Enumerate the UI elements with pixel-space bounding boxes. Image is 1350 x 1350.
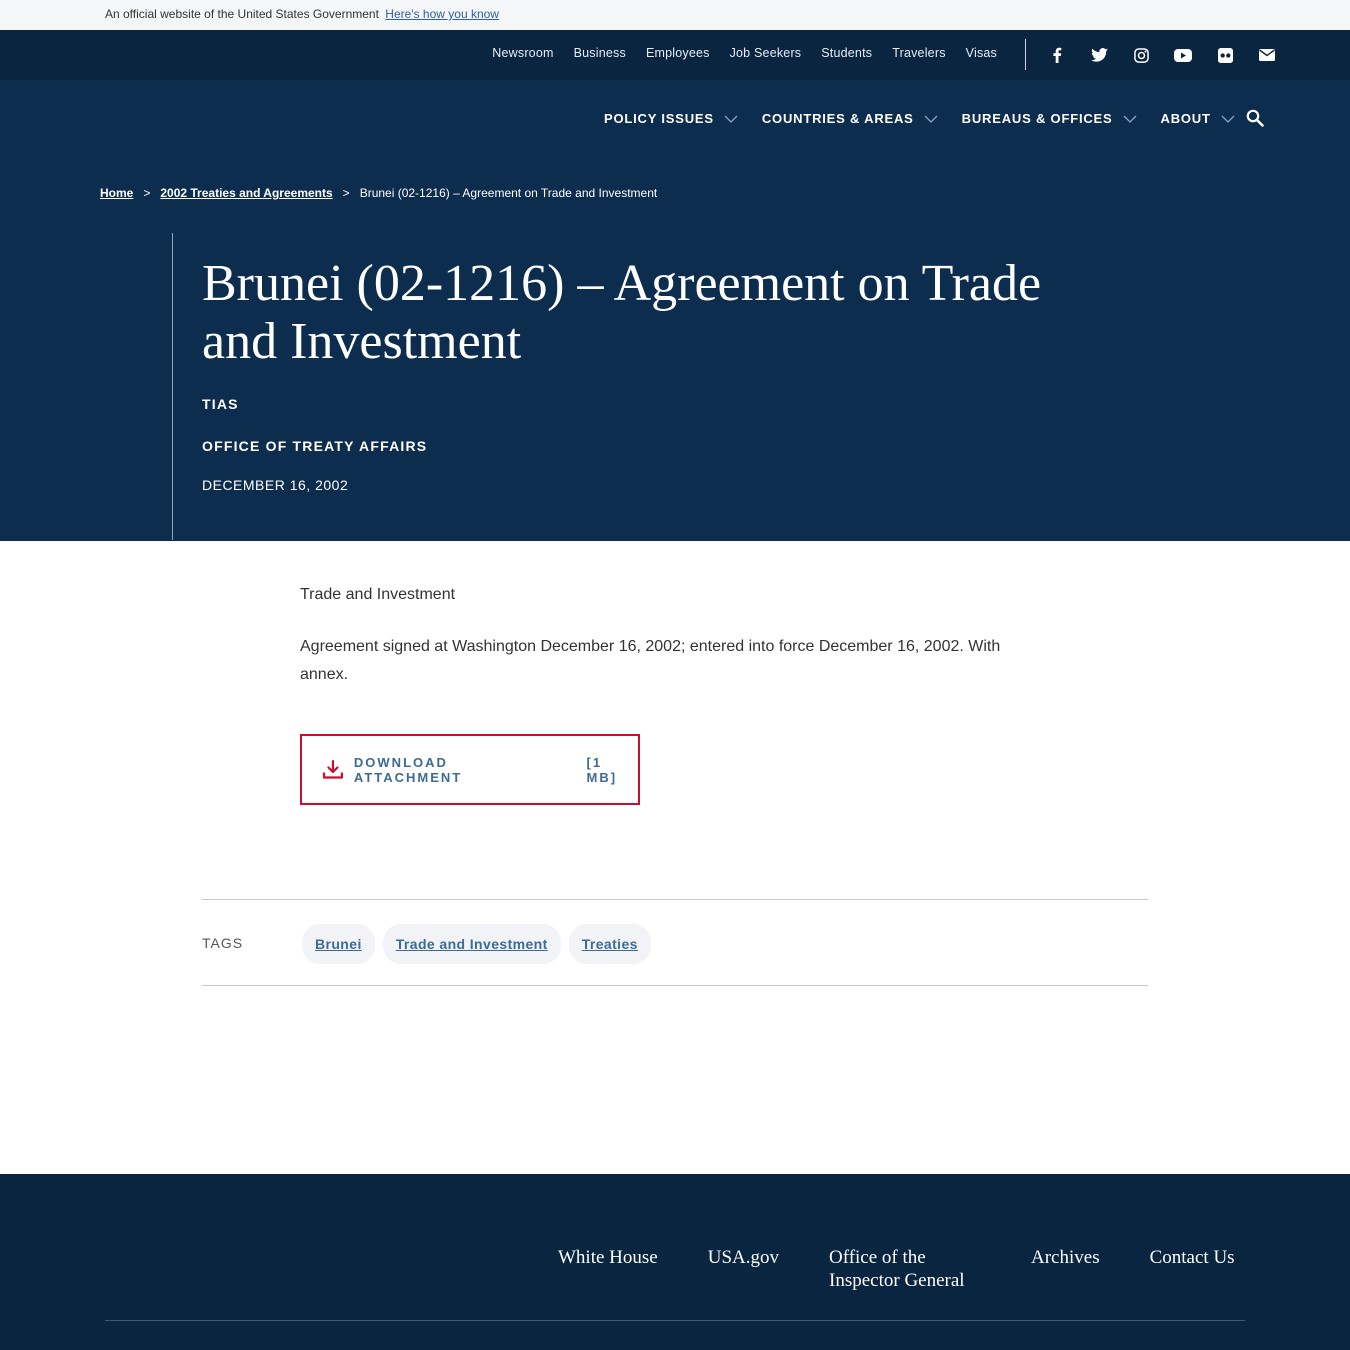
download-icon (322, 759, 344, 779)
body-paragraph: Trade and Investment (300, 586, 456, 603)
social-links (1046, 44, 1278, 66)
tags-section: TAGS Brunei Trade and Investment Treatie… (202, 899, 1148, 986)
utility-bar: Newsroom Business Employees Job Seekers … (0, 30, 1350, 80)
tag-trade-and-investment[interactable]: Trade and Investment (382, 924, 561, 964)
tag-treaties[interactable]: Treaties (568, 924, 651, 964)
main-nav: POLICY ISSUES COUNTRIES & AREAS BUREAUS … (604, 111, 1235, 126)
utility-link-visas[interactable]: Visas (966, 46, 997, 60)
nav-about[interactable]: ABOUT (1161, 111, 1235, 126)
nav-item-label: POLICY ISSUES (604, 111, 714, 126)
breadcrumb-separator: > (342, 186, 350, 200)
footer-divider (105, 1320, 1245, 1321)
utility-link-travelers[interactable]: Travelers (892, 46, 945, 60)
breadcrumb-parent[interactable]: 2002 Treaties and Agreements (160, 186, 332, 200)
breadcrumb-current: Brunei (02-1216) – Agreement on Trade an… (359, 186, 658, 200)
nav-item-label: BUREAUS & OFFICES (961, 111, 1113, 126)
footer-link-inspector-general[interactable]: Office of the Inspector General (829, 1246, 981, 1292)
download-label: DOWNLOAD ATTACHMENT (353, 754, 463, 785)
chevron-down-icon (924, 115, 938, 123)
utility-link-job-seekers[interactable]: Job Seekers (730, 46, 802, 60)
facebook-icon[interactable] (1046, 44, 1068, 66)
breadcrumb: Home > 2002 Treaties and Agreements > Br… (100, 186, 657, 200)
breadcrumb-home[interactable]: Home (100, 186, 133, 200)
utility-links: Newsroom Business Employees Job Seekers … (492, 46, 997, 60)
body-paragraph: Agreement signed at Washington December … (300, 638, 1001, 683)
page-title: Brunei (02-1216) – Agreement on Trade an… (202, 255, 1042, 370)
utility-divider (1025, 39, 1026, 70)
footer: White House USA.gov Office of the Inspec… (0, 1174, 1350, 1350)
nav-policy-issues[interactable]: POLICY ISSUES (604, 111, 738, 126)
gov-banner-text: An official website of the United States… (105, 7, 379, 21)
footer-link-white-house[interactable]: White House (558, 1246, 658, 1292)
utility-link-students[interactable]: Students (821, 46, 872, 60)
page-header: POLICY ISSUES COUNTRIES & AREAS BUREAUS … (0, 80, 1350, 541)
nav-item-label: COUNTRIES & AREAS (761, 111, 914, 126)
gov-banner: An official website of the United States… (0, 0, 1350, 30)
chevron-down-icon (1123, 115, 1136, 123)
footer-links: White House USA.gov Office of the Inspec… (558, 1246, 1235, 1292)
page-date: DECEMBER 16, 2002 (202, 477, 349, 493)
email-icon[interactable] (1256, 44, 1278, 66)
search-icon[interactable] (1245, 108, 1265, 133)
utility-link-newsroom[interactable]: Newsroom (492, 46, 553, 60)
download-size: [1 MB] (586, 754, 618, 785)
heres-how-you-know-link[interactable]: Here's how you know (385, 7, 499, 21)
footer-link-archives[interactable]: Archives (1031, 1246, 1100, 1292)
youtube-icon[interactable] (1172, 44, 1194, 66)
instagram-icon[interactable] (1130, 44, 1152, 66)
tag-brunei[interactable]: Brunei (302, 924, 375, 964)
chevron-down-icon (1221, 115, 1235, 123)
article-body: Trade and Investment Agreement signed at… (300, 581, 1020, 689)
footer-link-contact-us[interactable]: Contact Us (1150, 1246, 1235, 1292)
title-block: Brunei (02-1216) – Agreement on Trade an… (172, 233, 1152, 540)
download-attachment-button[interactable]: DOWNLOAD ATTACHMENT [1 MB] (300, 734, 640, 805)
page-office: OFFICE OF TREATY AFFAIRS (202, 438, 428, 454)
flickr-icon[interactable] (1214, 44, 1236, 66)
page-category: TIAS (202, 396, 239, 412)
utility-link-business[interactable]: Business (574, 46, 626, 60)
utility-link-employees[interactable]: Employees (646, 46, 710, 60)
nav-bureaus-offices[interactable]: BUREAUS & OFFICES (962, 111, 1137, 126)
tag-list: Brunei Trade and Investment Treaties (302, 924, 651, 964)
twitter-icon[interactable] (1088, 44, 1110, 66)
nav-item-label: ABOUT (1160, 111, 1211, 126)
footer-link-usa-gov[interactable]: USA.gov (708, 1246, 779, 1292)
chevron-down-icon (724, 115, 738, 123)
tags-label: TAGS (202, 935, 244, 951)
nav-countries-areas[interactable]: COUNTRIES & AREAS (762, 111, 938, 126)
breadcrumb-separator: > (143, 186, 151, 200)
